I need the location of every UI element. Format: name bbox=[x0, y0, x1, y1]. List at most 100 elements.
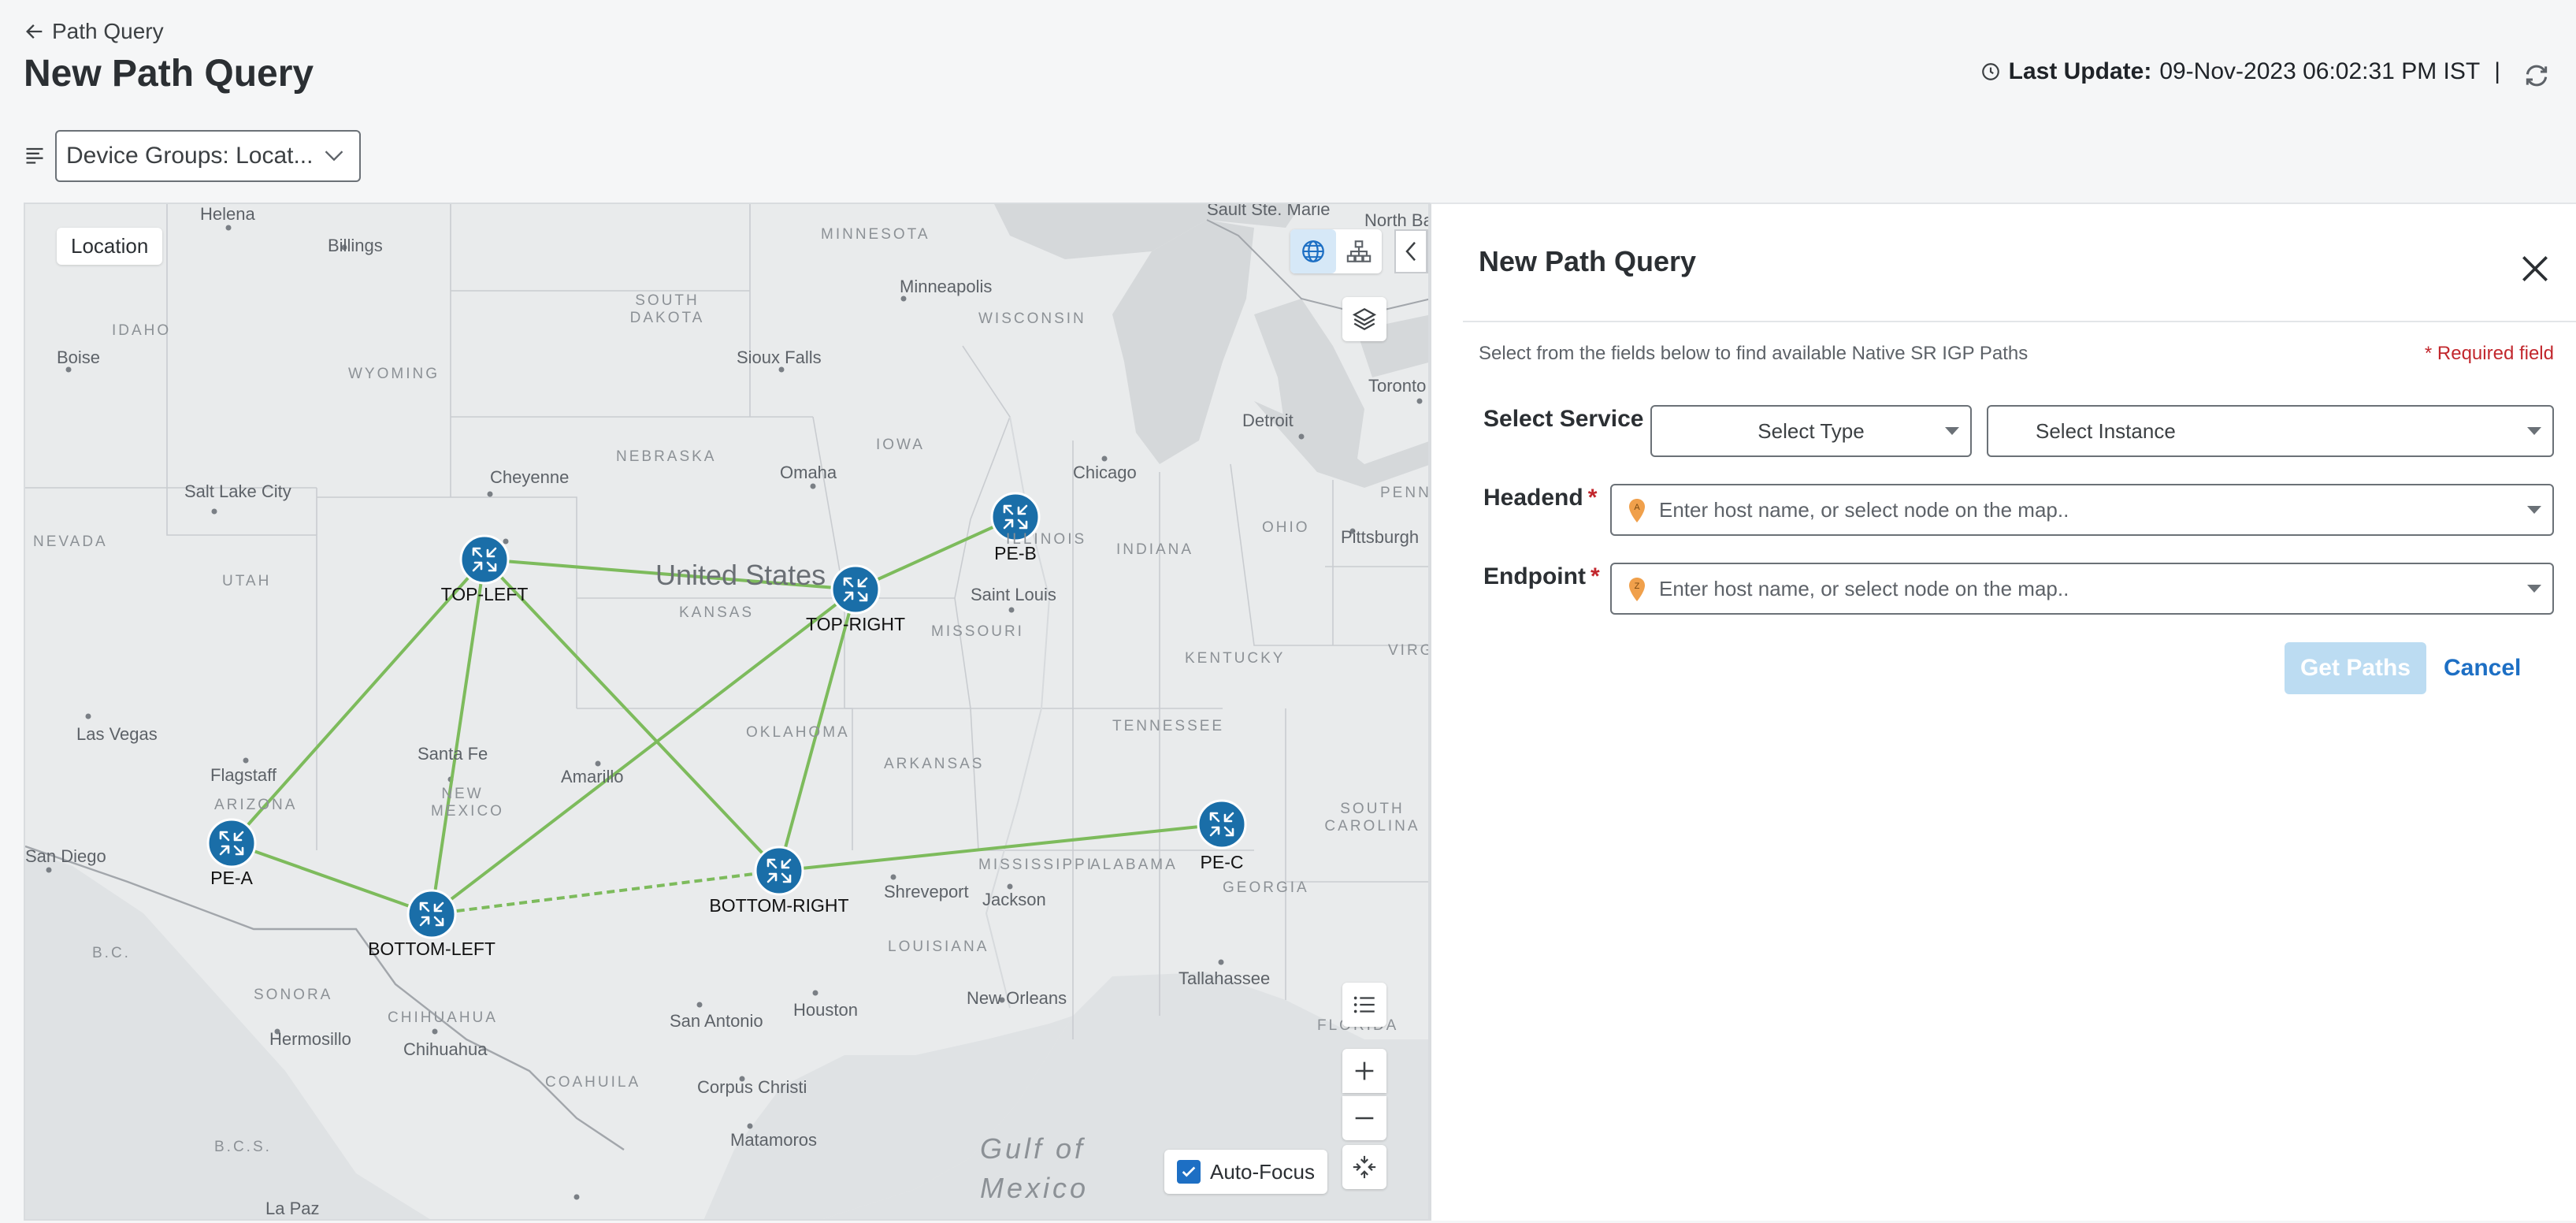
map-region-label: GEORGIA bbox=[1223, 879, 1309, 896]
checkbox-checked-icon bbox=[1177, 1160, 1201, 1184]
map-city-label: Shreveport bbox=[884, 882, 969, 901]
map-city-label: Hermosillo bbox=[269, 1029, 351, 1049]
node-pe-a[interactable] bbox=[206, 818, 257, 868]
panel-description: Select from the fields below to find ava… bbox=[1479, 343, 2029, 364]
fit-to-screen-button[interactable] bbox=[1342, 1145, 1386, 1189]
required-star: * bbox=[1587, 485, 1598, 511]
map-pin-z-icon: Z bbox=[1629, 578, 1645, 601]
map-city-label: Chihuahua bbox=[403, 1039, 488, 1059]
map-country-label: United States bbox=[655, 559, 826, 591]
required-field-note: * Required field bbox=[2424, 343, 2554, 364]
fit-view-icon bbox=[1353, 1155, 1376, 1179]
select-instance-placeholder: Select Instance bbox=[2036, 418, 2176, 443]
node-pe-c[interactable] bbox=[1197, 799, 1247, 849]
node-top-left[interactable] bbox=[459, 534, 510, 585]
node-label-bottom-left: BOTTOM-LEFT bbox=[368, 939, 496, 959]
link-top-right-pe-b[interactable] bbox=[855, 515, 1016, 591]
map-city-label: La Paz bbox=[265, 1199, 320, 1218]
auto-focus-label: Auto-Focus bbox=[1210, 1159, 1315, 1184]
get-paths-button[interactable]: Get Paths bbox=[2285, 642, 2426, 694]
back-link-label: Path Query bbox=[52, 19, 164, 43]
map-city-label: Santa Fe bbox=[418, 744, 488, 764]
zoom-out-button[interactable] bbox=[1342, 1096, 1386, 1140]
select-service-label: Select Service bbox=[1483, 406, 1644, 432]
zoom-in-button[interactable] bbox=[1342, 1049, 1386, 1093]
map-region-label: SOUTH DAKOTA bbox=[629, 292, 705, 326]
new-path-query-panel: New Path Query Select from the fields be… bbox=[1430, 203, 2576, 1221]
select-instance-dropdown[interactable]: Select Instance bbox=[1987, 405, 2554, 457]
plus-icon bbox=[1355, 1061, 1374, 1080]
map-city-label: Jackson bbox=[982, 890, 1046, 909]
cancel-button[interactable]: Cancel bbox=[2444, 642, 2521, 694]
map-region-label: INDIANA bbox=[1116, 541, 1194, 558]
topology-map[interactable]: Helena Billings IDAHO WYOMING Boise SOUT… bbox=[24, 203, 1430, 1221]
link-pe-a-bottom-left[interactable] bbox=[231, 842, 432, 916]
hierarchy-icon bbox=[1346, 240, 1372, 262]
node-top-right[interactable] bbox=[830, 564, 881, 615]
map-region-label: MINNESOTA bbox=[821, 226, 930, 243]
separator: | bbox=[2494, 58, 2500, 84]
map-region-label: IDAHO bbox=[112, 322, 172, 339]
location-badge: Location bbox=[57, 228, 163, 265]
required-star: * bbox=[1590, 563, 1600, 589]
map-region-label: B.C.S. bbox=[214, 1139, 272, 1155]
device-groups-select[interactable]: Device Groups: Locat... bbox=[55, 130, 361, 182]
endpoint-input[interactable]: Z Enter host name, or select node on the… bbox=[1610, 563, 2554, 615]
map-region-label: COAHUILA bbox=[545, 1074, 641, 1091]
geo-view-button[interactable] bbox=[1290, 229, 1336, 273]
map-region-label: ARIZONA bbox=[214, 797, 298, 813]
select-type-dropdown[interactable]: Select Type bbox=[1650, 405, 1972, 457]
arrow-left-icon bbox=[26, 24, 43, 39]
filter-list-icon[interactable] bbox=[24, 143, 46, 165]
endpoint-placeholder: Enter host name, or select node on the m… bbox=[1659, 576, 2069, 600]
node-label-pe-c: PE-C bbox=[1200, 852, 1244, 872]
map-region-label: NEW MEXICO bbox=[431, 786, 504, 820]
map-region-label: WISCONSIN bbox=[978, 310, 1086, 327]
link-top-left-bottom-left[interactable] bbox=[430, 559, 486, 915]
svg-text:Z: Z bbox=[1635, 582, 1640, 591]
map-region-label: CHIHUAHUA bbox=[388, 1009, 498, 1026]
caret-down-icon bbox=[2527, 585, 2541, 593]
map-city-label: Houston bbox=[793, 1000, 858, 1020]
map-region-label: WYOMING bbox=[348, 366, 440, 382]
map-region-label: VIRG bbox=[1388, 642, 1430, 659]
map-region-label: OHIO bbox=[1262, 519, 1310, 536]
map-city-label: Amarillo bbox=[561, 767, 624, 786]
layers-button[interactable] bbox=[1342, 297, 1386, 341]
map-city-label: Flagstaff bbox=[210, 765, 277, 785]
device-groups-value: Device Groups: Locat... bbox=[66, 143, 314, 169]
node-bottom-right[interactable] bbox=[754, 846, 804, 896]
back-link-path-query[interactable]: Path Query bbox=[24, 19, 164, 44]
refresh-icon[interactable] bbox=[2521, 60, 2552, 91]
chevron-left-icon bbox=[1405, 241, 1416, 262]
node-label-bottom-right: BOTTOM-RIGHT bbox=[709, 895, 849, 916]
node-bottom-left[interactable] bbox=[406, 889, 457, 939]
map-city-label: Cheyenne bbox=[490, 467, 570, 487]
map-region-label: ALABAMA bbox=[1090, 857, 1178, 873]
svg-text:A: A bbox=[1634, 503, 1640, 512]
logical-view-button[interactable] bbox=[1336, 229, 1382, 273]
map-city-label: Salt Lake City bbox=[184, 481, 291, 501]
previous-button[interactable] bbox=[1394, 229, 1427, 273]
map-city-label: Sioux Falls bbox=[737, 348, 822, 367]
caret-down-icon bbox=[2527, 506, 2541, 514]
chevron-down-icon bbox=[325, 151, 343, 162]
map-pin-a-icon: A bbox=[1629, 499, 1645, 522]
map-region-label: SOUTH CAROLINA bbox=[1324, 801, 1420, 835]
close-icon[interactable] bbox=[2518, 251, 2552, 286]
headend-input[interactable]: A Enter host name, or select node on the… bbox=[1610, 484, 2554, 536]
map-city-label: Saint Louis bbox=[971, 585, 1056, 604]
map-city-label: Tallahassee bbox=[1179, 968, 1271, 988]
legend-button[interactable] bbox=[1342, 983, 1386, 1027]
view-toggle bbox=[1290, 229, 1382, 273]
auto-focus-checkbox[interactable]: Auto-Focus bbox=[1164, 1150, 1327, 1194]
list-icon bbox=[1353, 996, 1375, 1013]
map-city-label: North Ba bbox=[1364, 210, 1430, 230]
minus-icon bbox=[1355, 1117, 1374, 1120]
map-city-label: Billings bbox=[328, 236, 383, 255]
map-city-label: Minneapolis bbox=[900, 277, 993, 296]
map-city-label: Chicago bbox=[1073, 463, 1137, 482]
map-city-label: Sault Ste. Marie bbox=[1207, 203, 1331, 219]
map-city-label: Las Vegas bbox=[76, 724, 158, 744]
map-sea-label: Mexico bbox=[980, 1172, 1089, 1204]
